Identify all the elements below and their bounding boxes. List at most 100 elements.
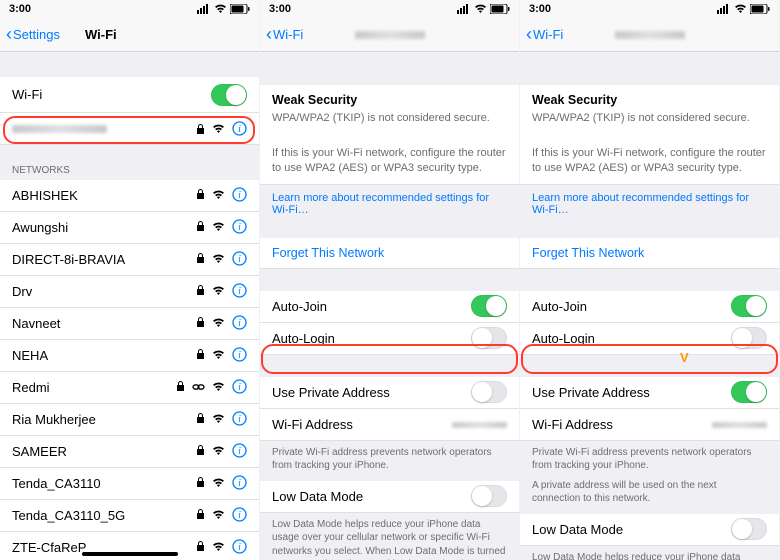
svg-text:i: i xyxy=(238,254,241,265)
status-bar: 3:00 xyxy=(260,0,519,18)
networks-header: NETWORKS xyxy=(0,159,259,180)
wifi-status-icon xyxy=(734,4,747,14)
low-data-help: Low Data Mode helps reduce your iPhone d… xyxy=(520,546,779,560)
info-icon[interactable]: i xyxy=(232,347,247,365)
wifi-icon xyxy=(212,349,225,363)
wifi-icon xyxy=(212,477,225,491)
network-name: Tenda_CA3110 xyxy=(12,476,196,491)
network-row[interactable]: Navneeti xyxy=(0,308,259,340)
auto-login-toggle[interactable] xyxy=(471,327,507,349)
network-row[interactable]: Awungshii xyxy=(0,212,259,244)
low-data-toggle[interactable] xyxy=(731,518,767,540)
auto-join-label: Auto-Join xyxy=(532,299,731,314)
network-row[interactable]: Tenda_CA3110_5G i xyxy=(0,500,259,532)
chevron-left-icon: ‹ xyxy=(6,25,12,43)
signal-icon xyxy=(197,4,211,14)
lock-icon xyxy=(176,380,185,395)
info-icon[interactable]: i xyxy=(232,219,247,237)
forget-network-button[interactable]: Forget This Network xyxy=(520,238,779,269)
auto-join-row[interactable]: Auto-Join xyxy=(260,291,519,323)
auto-join-row[interactable]: Auto-Join xyxy=(520,291,779,323)
weak-security-body: WPA/WPA2 (TKIP) is not considered secure… xyxy=(260,109,519,134)
network-row[interactable]: Tenda_CA3110 i xyxy=(0,468,259,500)
info-icon[interactable]: i xyxy=(232,379,247,397)
private-address-row[interactable]: Use Private Address xyxy=(260,377,519,409)
private-address-toggle[interactable] xyxy=(731,381,767,403)
auto-login-toggle[interactable] xyxy=(731,327,767,349)
network-row[interactable]: NEHA i xyxy=(0,340,259,372)
network-name: Tenda_CA3110_5G xyxy=(12,508,196,523)
private-address-toggle[interactable] xyxy=(471,381,507,403)
learn-more-link[interactable]: Learn more about recommended settings fo… xyxy=(520,185,779,224)
network-row[interactable]: SAMEERi xyxy=(0,436,259,468)
current-network-name xyxy=(12,121,196,136)
low-data-row[interactable]: Low Data Mode xyxy=(260,481,519,513)
lock-icon xyxy=(196,284,205,299)
low-data-row[interactable]: Low Data Mode xyxy=(520,514,779,546)
battery-icon xyxy=(750,4,770,14)
pane-detail-private-off: 3:00 ‹ Wi-Fi Weak Security WPA/WPA2 (TKI… xyxy=(260,0,520,560)
nav-bar: ‹ Settings Wi-Fi xyxy=(0,18,259,52)
network-row[interactable]: Drv i xyxy=(0,276,259,308)
wifi-icon xyxy=(212,189,225,203)
wifi-icon xyxy=(212,124,225,134)
info-icon[interactable]: i xyxy=(232,121,247,136)
info-icon[interactable]: i xyxy=(232,315,247,333)
network-name: Redmi xyxy=(12,380,176,395)
current-network-row[interactable]: i xyxy=(0,113,259,145)
status-bar: 3:00 xyxy=(0,0,259,18)
auto-join-toggle[interactable] xyxy=(731,295,767,317)
low-data-help: Low Data Mode helps reduce your iPhone d… xyxy=(260,513,519,560)
network-row[interactable]: Ria Mukherjee i xyxy=(0,404,259,436)
wifi-address-label: Wi-Fi Address xyxy=(532,417,712,432)
lock-icon xyxy=(196,508,205,523)
wifi-icon xyxy=(212,381,225,395)
network-row[interactable]: Redmi i xyxy=(0,372,259,404)
info-icon[interactable]: i xyxy=(232,187,247,205)
info-icon[interactable]: i xyxy=(232,411,247,429)
lock-icon xyxy=(196,220,205,235)
lock-icon xyxy=(196,316,205,331)
wifi-toggle[interactable] xyxy=(211,84,247,106)
network-row[interactable]: DIRECT-8i-BRAVIAi xyxy=(0,244,259,276)
learn-more-link[interactable]: Learn more about recommended settings fo… xyxy=(260,185,519,224)
network-name: NEHA xyxy=(12,348,196,363)
signal-icon xyxy=(717,4,731,14)
auto-login-row[interactable]: Auto-Login xyxy=(520,323,779,355)
wifi-icon xyxy=(212,253,225,267)
lock-icon xyxy=(196,476,205,491)
battery-icon xyxy=(230,4,250,14)
info-icon[interactable]: i xyxy=(232,283,247,301)
private-address-row[interactable]: Use Private Address xyxy=(520,377,779,409)
info-icon[interactable]: i xyxy=(232,443,247,461)
chevron-left-icon: ‹ xyxy=(266,25,272,43)
network-name: Ria Mukherjee xyxy=(12,412,196,427)
info-icon[interactable]: i xyxy=(232,251,247,269)
back-button[interactable]: ‹ Wi-Fi xyxy=(266,27,303,43)
info-icon[interactable]: i xyxy=(232,507,247,525)
svg-text:i: i xyxy=(238,286,241,297)
info-icon[interactable]: i xyxy=(232,539,247,557)
low-data-label: Low Data Mode xyxy=(272,489,471,504)
status-bar: 3:00 xyxy=(520,0,779,18)
back-label: Wi-Fi xyxy=(533,27,563,42)
status-time: 3:00 xyxy=(9,3,31,15)
forget-network-button[interactable]: Forget This Network xyxy=(260,238,519,269)
back-button[interactable]: ‹ Wi-Fi xyxy=(526,27,563,43)
pane-wifi-list: 3:00 ‹ Settings Wi-Fi Wi-Fi i NETWORKS A… xyxy=(0,0,260,560)
info-icon[interactable]: i xyxy=(232,475,247,493)
network-row[interactable]: ABHISHEKi xyxy=(0,180,259,212)
wifi-icon xyxy=(212,221,225,235)
low-data-toggle[interactable] xyxy=(471,485,507,507)
nav-bar: ‹ Wi-Fi xyxy=(260,18,519,52)
wifi-address-label: Wi-Fi Address xyxy=(272,417,452,432)
wifi-toggle-row[interactable]: Wi-Fi xyxy=(0,77,259,113)
auto-login-row[interactable]: Auto-Login xyxy=(260,323,519,355)
back-button[interactable]: ‹ Settings xyxy=(6,27,60,43)
lock-icon xyxy=(196,348,205,363)
network-name: Drv xyxy=(12,284,196,299)
auto-login-label: Auto-Login xyxy=(532,331,731,346)
auto-join-toggle[interactable] xyxy=(471,295,507,317)
svg-text:i: i xyxy=(238,318,241,329)
wifi-address-row: Wi-Fi Address xyxy=(520,409,779,441)
